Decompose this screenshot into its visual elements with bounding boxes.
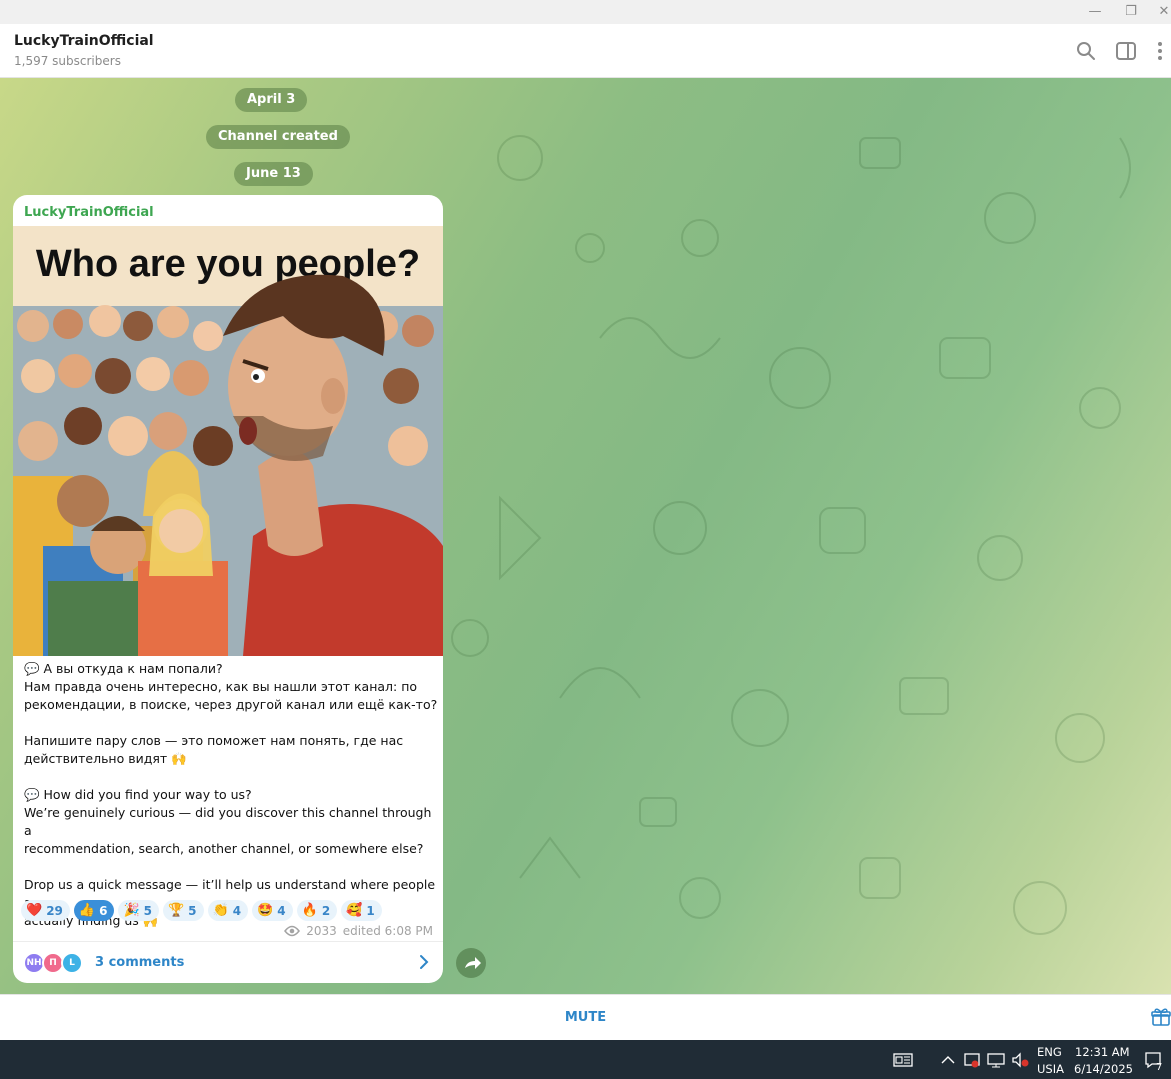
maximize-button[interactable]: ❐ [1119,2,1143,22]
post-line: 💬 А вы откуда к нам попали? [24,661,223,676]
chevron-up-icon[interactable] [938,1050,958,1070]
post-author[interactable]: LuckyTrainOfficial [24,205,154,220]
post-line [24,858,438,876]
date-separator: June 13 [234,162,313,186]
windows-taskbar: ENG USIA 12:31 AM 6/14/2025 7 [0,1040,1171,1079]
smiling-hearts-icon: 🥰 [346,903,363,918]
comments-button[interactable]: NH П L 3 comments [13,942,443,983]
image-headline: Who are you people? [36,243,420,285]
reaction-clap[interactable]: 👏 4 [207,900,249,921]
post-image[interactable]: Who are you people? [13,226,443,656]
clock-date[interactable]: 6/14/2025 [1074,1062,1133,1076]
clock-time[interactable]: 12:31 AM [1075,1045,1130,1059]
eye-icon [284,925,301,937]
reaction-party[interactable]: 🎉 5 [118,900,159,921]
subscriber-count: 1,597 subscribers [14,54,121,68]
reaction-trophy[interactable]: 🏆 5 [162,900,204,921]
gift-icon[interactable] [1151,1007,1171,1027]
post-line: recommendation, search, another channel,… [24,841,424,856]
comments-label: 3 comments [95,955,185,970]
view-count: 2033 [306,924,337,938]
security-center-icon[interactable] [962,1050,982,1070]
close-button[interactable]: ✕ [1152,2,1171,22]
reaction-count: 6 [99,903,108,918]
search-icon[interactable] [1074,39,1098,63]
party-popper-icon: 🎉 [123,903,140,918]
reaction-count: 4 [277,903,286,918]
reaction-love[interactable]: 🥰 1 [341,900,382,921]
thumbs-up-icon: 👍 [78,903,96,918]
share-arrow-icon [465,957,481,969]
window-titlebar: — ❐ ✕ [0,0,1171,24]
chat-header[interactable]: LuckyTrainOfficial 1,597 subscribers [0,24,1171,78]
forward-button[interactable] [456,948,486,978]
post-line: Напишите пару слов — это поможет нам пон… [24,733,404,748]
mute-button[interactable]: MUTE [0,995,1171,1041]
post-line: 💬 How did you find your way to us? [24,787,252,802]
fire-icon: 🔥 [301,903,318,918]
reactions-bar: ❤️ 29 👍 6 🎉 5 🏆 5 👏 4 🤩 4 🔥 2 🥰 1 [21,900,382,921]
crowd-illustration [13,274,443,656]
more-vertical-icon[interactable] [1148,39,1171,63]
news-widget-icon[interactable] [893,1050,913,1070]
reaction-count: 29 [46,903,63,918]
service-message: Channel created [206,125,350,149]
channel-title[interactable]: LuckyTrainOfficial [14,33,154,49]
reaction-thumbs-up[interactable]: 👍 6 [73,900,115,921]
post-line: We’re genuinely curious — did you discov… [24,805,432,838]
sidebar-toggle-icon[interactable] [1114,39,1138,63]
language-indicator[interactable]: ENG [1037,1045,1062,1059]
date-separator: April 3 [235,88,308,112]
star-struck-icon: 🤩 [257,903,274,918]
post-text: 💬 А вы откуда к нам попали? Нам правда о… [24,660,438,930]
post-line: действительно видят 🙌 [24,751,187,766]
trophy-icon: 🏆 [167,903,185,918]
channel-post[interactable]: LuckyTrainOfficial Who are you people? 💬… [13,195,443,983]
edited-time: edited 6:08 PM [342,924,433,938]
bottom-bar: MUTE [0,994,1171,1040]
clapping-hands-icon: 👏 [212,903,229,918]
reaction-fire[interactable]: 🔥 2 [296,900,338,921]
chevron-right-icon [420,955,429,969]
heart-icon: ❤️ [26,903,43,918]
reaction-count: 2 [321,903,331,918]
avatar: L [61,952,83,974]
minimize-button[interactable]: — [1083,2,1107,22]
post-line [24,768,438,786]
network-icon[interactable] [986,1050,1006,1070]
post-line [24,714,438,732]
reaction-count: 4 [232,903,242,918]
post-meta: 2033 edited 6:08 PM [284,924,433,938]
reaction-heart[interactable]: ❤️ 29 [21,900,70,921]
notification-count: 7 [1156,1062,1163,1073]
chat-area[interactable]: April 3 Channel created June 13 LuckyTra… [0,78,1171,994]
reaction-count: 1 [366,903,375,918]
post-line: Нам правда очень интересно, как вы нашли… [24,679,418,694]
reaction-count: 5 [143,903,152,918]
reaction-count: 5 [188,903,197,918]
volume-muted-icon[interactable] [1010,1050,1030,1070]
keyboard-layout[interactable]: USIA [1037,1062,1064,1076]
reaction-star-struck[interactable]: 🤩 4 [252,900,293,921]
post-line: рекомендации, в поиске, через другой кан… [24,697,438,712]
